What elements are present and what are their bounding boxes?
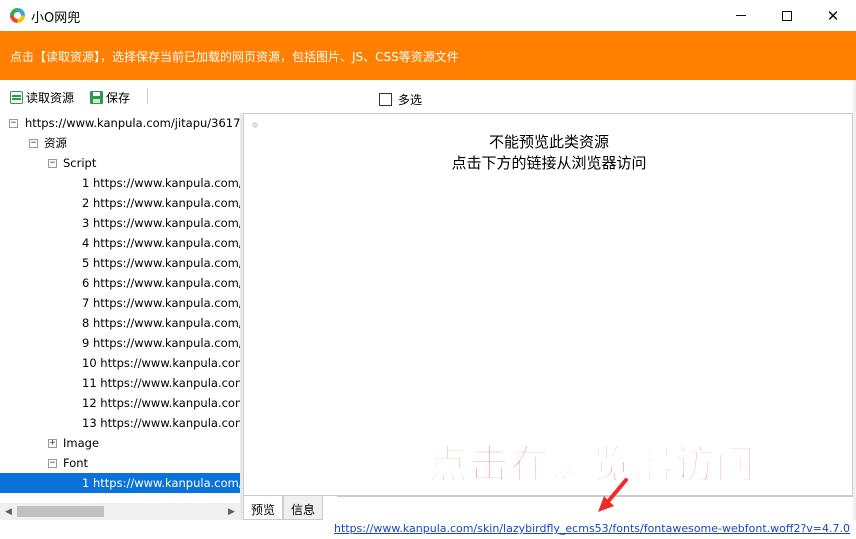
- tree-node-resources[interactable]: − 资源: [0, 133, 240, 153]
- tree-item-script[interactable]: 7 https://www.kanpula.com/e/pu: [0, 293, 240, 313]
- preview-tabs: 预览 信息: [243, 496, 324, 520]
- minimize-icon: [736, 15, 746, 16]
- tab-preview[interactable]: 预览: [243, 496, 284, 520]
- tree-item-label: 3 https://www.kanpula.com/e/da: [82, 216, 240, 230]
- toolbar-divider: [147, 88, 148, 104]
- tree-item-label: 1 https://www.kanpula.com/skin/: [82, 476, 240, 490]
- list-icon: [10, 91, 23, 104]
- app-logo-icon: [10, 8, 25, 23]
- checkbox-box[interactable]: [379, 93, 392, 106]
- tree-item-script[interactable]: 13 https://www.kanpula.com/skin: [0, 413, 240, 433]
- scrollbar-thumb[interactable]: [17, 506, 104, 517]
- tab-info[interactable]: 信息: [283, 496, 324, 520]
- tree-item-script[interactable]: 5 https://www.kanpula.com/e/ex: [0, 253, 240, 273]
- loading-icon: [252, 122, 258, 128]
- scroll-right-icon[interactable]: ▶: [223, 503, 240, 520]
- tree-item-script[interactable]: 9 https://www.kanpula.com/e/pu: [0, 333, 240, 353]
- tree-node-label: Image: [63, 436, 100, 450]
- save-label: 保存: [106, 91, 131, 105]
- tree-item-script[interactable]: 1 https://www.kanpula.com/cnzz: [0, 173, 240, 193]
- tree-item-label: 9 https://www.kanpula.com/e/pu: [82, 336, 240, 350]
- minimize-button[interactable]: [718, 0, 764, 31]
- maximize-button[interactable]: [764, 0, 810, 31]
- title-bar: 小O网兜 ✕: [0, 0, 856, 31]
- maximize-icon: [782, 10, 792, 21]
- collapse-icon[interactable]: −: [48, 458, 57, 468]
- tree-item-script[interactable]: 11 https://www.kanpula.com/skin: [0, 373, 240, 393]
- tree-item-script[interactable]: 10 https://www.kanpula.com/skin: [0, 353, 240, 373]
- tree-item-label: 2 https://www.kanpula.com/d/js/: [82, 196, 240, 210]
- annotation-arrow-icon: [598, 478, 628, 512]
- tree-item-label: 11 https://www.kanpula.com/skin: [82, 376, 240, 390]
- save-icon: [90, 91, 103, 104]
- tree-node-font[interactable]: − Font: [0, 453, 240, 473]
- read-resources-label: 读取资源: [26, 91, 75, 105]
- read-resources-button[interactable]: 读取资源: [10, 89, 74, 106]
- collapse-icon[interactable]: −: [9, 118, 18, 128]
- close-icon: ✕: [826, 6, 840, 25]
- tree-item-label: 13 https://www.kanpula.com/skin: [82, 416, 240, 430]
- tree-item-script[interactable]: 6 https://www.kanpula.com/e/pu: [0, 273, 240, 293]
- tree-item-label: 5 https://www.kanpula.com/e/ex: [82, 256, 240, 270]
- annotation-callout: 点击在浏览器访问: [427, 441, 756, 489]
- tree-root[interactable]: − https://www.kanpula.com/jitapu/361761.…: [0, 113, 240, 133]
- tree-item-label: 7 https://www.kanpula.com/e/pu: [82, 296, 240, 310]
- multi-select-label: 多选: [398, 93, 423, 107]
- window-title: 小O网兜: [31, 11, 81, 26]
- collapse-icon[interactable]: −: [48, 158, 57, 168]
- tree-item-label: 8 https://www.kanpula.com/e/pu: [82, 316, 240, 330]
- tree-item-label: 6 https://www.kanpula.com/e/pu: [82, 276, 240, 290]
- tree-item-script[interactable]: 4 https://www.kanpula.com/e/da: [0, 233, 240, 253]
- close-button[interactable]: ✕: [810, 0, 856, 31]
- tree-horizontal-scrollbar[interactable]: ◀ ▶: [0, 503, 240, 520]
- scroll-left-icon[interactable]: ◀: [0, 503, 17, 520]
- tree-item-label: 1 https://www.kanpula.com/cnzz: [82, 176, 240, 190]
- multi-select-checkbox[interactable]: 多选: [379, 91, 422, 108]
- tree-item-label: 4 https://www.kanpula.com/e/da: [82, 236, 240, 250]
- tree-root-label: https://www.kanpula.com/jitapu/361761.ht…: [25, 116, 240, 130]
- banner-text: 点击【读取资源】，选择保存当前已加载的网页资源，包括图片、JS、CSS等资源文件: [10, 50, 459, 64]
- tree-node-label: 资源: [44, 136, 67, 150]
- toolbar: 读取资源 保存 多选: [0, 80, 856, 113]
- tree-item-script[interactable]: 12 https://www.kanpula.com/skin: [0, 393, 240, 413]
- resource-tree[interactable]: − https://www.kanpula.com/jitapu/361761.…: [0, 113, 240, 503]
- tree-node-image[interactable]: + Image: [0, 433, 240, 453]
- preview-message: 不能预览此类资源: [488, 133, 609, 151]
- tree-item-script[interactable]: 8 https://www.kanpula.com/e/pu: [0, 313, 240, 333]
- instruction-banner: 点击【读取资源】，选择保存当前已加载的网页资源，包括图片、JS、CSS等资源文件: [0, 31, 856, 80]
- collapse-icon[interactable]: −: [29, 138, 38, 148]
- expand-icon[interactable]: +: [48, 438, 57, 448]
- tree-item-label: 12 https://www.kanpula.com/skin: [82, 396, 240, 410]
- tree-node-label: Font: [63, 456, 89, 470]
- tree-node-label: Script: [63, 156, 97, 170]
- tree-item-script[interactable]: 2 https://www.kanpula.com/d/js/: [0, 193, 240, 213]
- tree-node-script[interactable]: − Script: [0, 153, 240, 173]
- tree-item-label: 10 https://www.kanpula.com/skin: [82, 356, 240, 370]
- tree-item-script[interactable]: 3 https://www.kanpula.com/e/da: [0, 213, 240, 233]
- resource-url-link[interactable]: https://www.kanpula.com/skin/lazybirdfly…: [334, 522, 850, 535]
- save-button[interactable]: 保存: [90, 89, 130, 106]
- tree-item-font-selected[interactable]: 1 https://www.kanpula.com/skin/: [0, 473, 240, 493]
- preview-hint: 点击下方的链接从浏览器访问: [451, 154, 647, 172]
